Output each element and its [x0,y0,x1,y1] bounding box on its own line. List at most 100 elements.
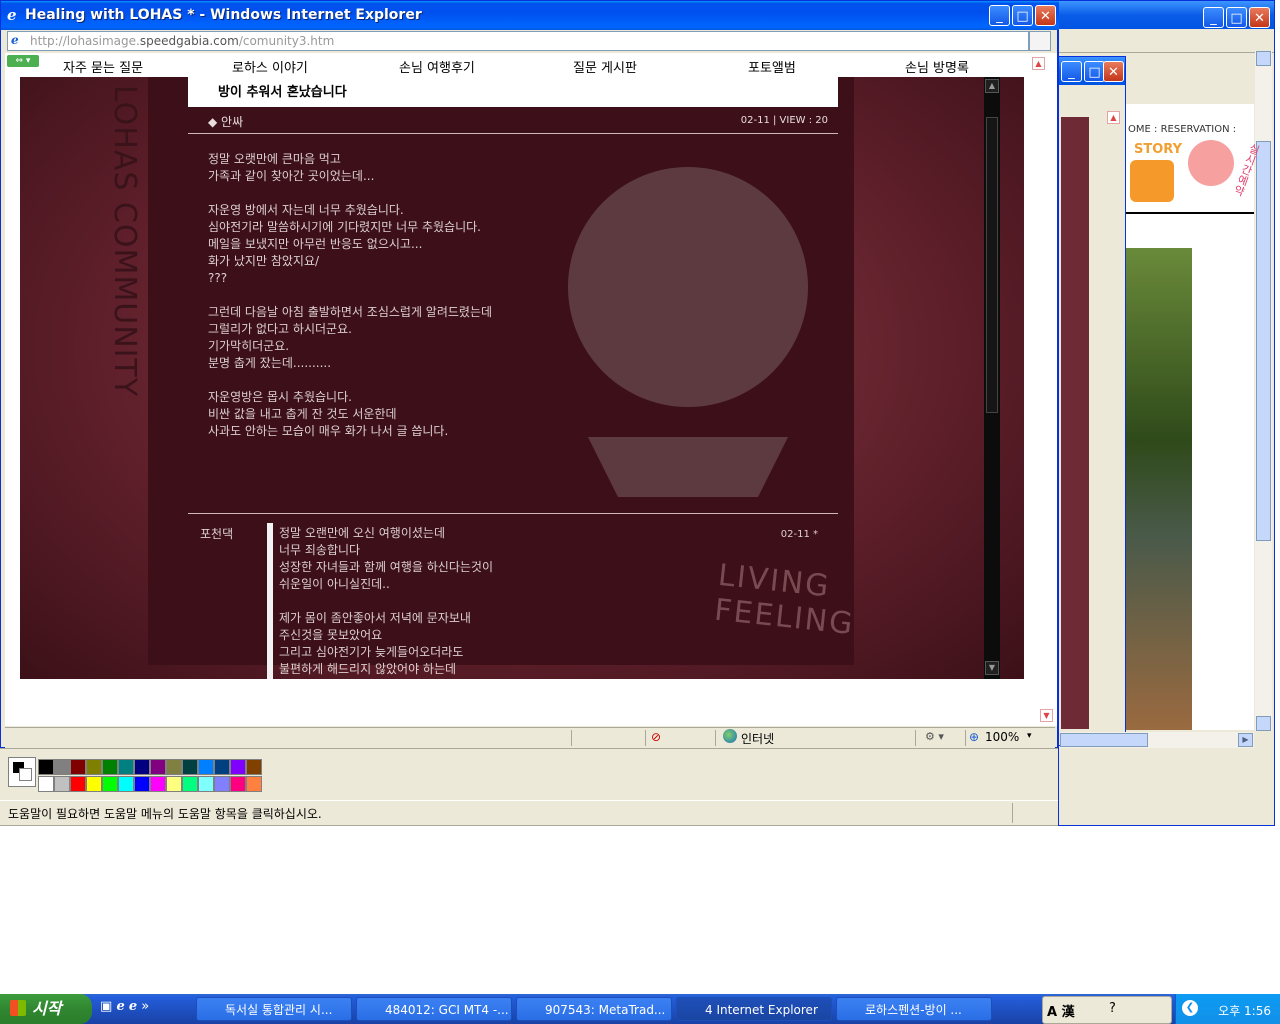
color-swatch[interactable] [54,776,70,792]
back-ie-page: OME : RESERVATION : STORY 실시간예약 [1126,104,1262,730]
protected-mode-icon[interactable]: ⚙ ▾ [925,730,944,743]
color-swatch[interactable] [86,776,102,792]
ime-mode[interactable]: A 漢 [1047,1001,1075,1020]
scroll-thumb[interactable] [986,117,998,413]
color-swatch[interactable] [150,759,166,775]
color-swatch[interactable] [182,759,198,775]
story-label[interactable]: STORY [1134,142,1182,157]
color-swatch[interactable] [214,776,230,792]
color-swatch[interactable] [102,776,118,792]
site-nav: ⇔ ▾ 자주 묻는 질문 로하스 이야기 손님 여행후기 질문 게시판 포토앨범… [5,53,1045,77]
comment-text: 정말 오랜만에 오신 여행이셨는데 너무 죄송합니다 성장한 자녀들과 함께 여… [279,526,493,676]
close-icon[interactable]: ✕ [1249,7,1270,28]
nav-reservation[interactable]: RESERVATION [1161,124,1230,135]
task-reading-room[interactable]: 독서실 통합관리 시... [196,997,352,1021]
close-icon[interactable]: ✕ [1035,5,1056,26]
nav-photo[interactable]: 포토앨범 [748,57,796,76]
post-title: 방이 추워서 혼났습니다 [218,85,347,100]
address-input[interactable]: e http://lohasimage.speedgabia.com/comun… [7,31,1029,51]
system-tray: ❮ 오후 1:56 [1175,994,1280,1024]
color-swatches[interactable] [38,759,262,793]
color-swatch[interactable] [166,776,182,792]
nav-toggle-icon[interactable]: ⇔ ▾ [7,55,39,67]
close-icon[interactable]: ✕ [1103,61,1124,82]
nav-reviews[interactable]: 손님 여행후기 [399,57,475,76]
color-swatch[interactable] [230,776,246,792]
page-content: ⇔ ▾ 자주 묻는 질문 로하스 이야기 손님 여행후기 질문 게시판 포토앨범… [5,53,1057,726]
page-scroll-down-icon[interactable]: ▼ [1040,709,1053,722]
ie-icon: e [7,6,17,24]
post-scrollbar[interactable]: ▲ ▼ [984,77,1000,679]
color-swatch[interactable] [246,776,262,792]
ie-quicklaunch-2-icon[interactable]: e [129,999,137,1014]
minimize-icon[interactable]: _ [1061,61,1082,82]
task-metatrader[interactable]: 907543: MetaTrad... [516,997,672,1021]
color-swatch[interactable] [134,759,150,775]
maximize-icon[interactable]: □ [1012,5,1033,26]
task-gci-mt4[interactable]: 484012: GCI MT4 -... [356,997,512,1021]
language-bar[interactable]: A 漢 ? [1042,996,1172,1024]
task-internet-explorer[interactable]: 4 Internet Explorer [676,997,832,1021]
nav-story[interactable]: 로하스 이야기 [232,57,308,76]
scroll-up-icon[interactable]: ▲ [985,79,999,93]
zoom-dropdown-icon[interactable]: ▾ [1027,731,1032,741]
color-swatch[interactable] [118,776,134,792]
back-ie-window-2[interactable]: _ □ ✕ ▲ [1058,56,1126,746]
ie-titlebar[interactable]: e Healing with LOHAS * - Windows Interne… [1,1,1059,30]
ie-quicklaunch-icon[interactable]: e [116,999,124,1014]
minimize-icon[interactable]: _ [1203,7,1224,28]
color-swatch[interactable] [198,776,214,792]
help-icon[interactable]: ? [1109,1001,1116,1016]
current-colors[interactable] [8,757,36,787]
more-icon[interactable]: » [141,999,149,1014]
back-ie-hscroll[interactable]: ▶ [1060,732,1254,748]
color-swatch[interactable] [86,759,102,775]
page-scroll-up-icon[interactable]: ▲ [1107,111,1120,124]
color-swatch[interactable] [198,759,214,775]
go-icon[interactable] [1029,31,1051,51]
ie-window[interactable]: e Healing with LOHAS * - Windows Interne… [0,0,1059,748]
minimize-icon[interactable]: _ [989,5,1010,26]
color-swatch[interactable] [118,759,134,775]
post-title-bar: 방이 추워서 혼났습니다 [188,77,838,107]
color-swatch[interactable] [166,759,182,775]
globe-icon [723,729,737,743]
nav-guestbook[interactable]: 손님 방명록 [905,57,969,76]
tray-arrow-icon[interactable]: ❮ [1182,1000,1198,1016]
color-swatch[interactable] [38,759,54,775]
window-title: Healing with LOHAS * - Windows Internet … [25,7,422,23]
privacy-icon[interactable]: ⊘ [651,730,661,744]
color-swatch[interactable] [246,759,262,775]
scroll-down-icon[interactable]: ▼ [985,661,999,675]
clock: 오후 1:56 [1218,1004,1271,1018]
show-desktop-icon[interactable]: ▣ [100,999,112,1014]
color-swatch[interactable] [230,759,246,775]
security-zone[interactable]: 인터넷 [741,730,774,747]
icecream-big-icon [1188,140,1234,186]
zoom-icon[interactable]: ⊕ [969,730,979,744]
quicklaunch: ▣ e e » [100,999,149,1014]
color-swatch[interactable] [102,759,118,775]
color-swatch[interactable] [70,759,86,775]
zoom-level[interactable]: 100% [985,730,1019,744]
maximize-icon[interactable]: □ [1084,61,1105,82]
color-swatch[interactable] [214,759,230,775]
nav-home[interactable]: OME [1128,124,1151,135]
comment-date: 02-11 * [780,529,818,540]
color-swatch[interactable] [182,776,198,792]
icecream-icon[interactable] [1130,160,1174,202]
nav-faq[interactable]: 자주 묻는 질문 [63,57,143,76]
comment-author: 포천댁 [200,527,234,541]
page-scroll-up-icon[interactable]: ▲ [1032,57,1045,70]
maximize-icon[interactable]: □ [1226,7,1247,28]
color-swatch[interactable] [70,776,86,792]
start-button[interactable]: 시작 [0,994,92,1024]
color-swatch[interactable] [54,759,70,775]
color-swatch[interactable] [134,776,150,792]
color-swatch[interactable] [38,776,54,792]
nav-qna[interactable]: 질문 게시판 [573,57,637,76]
post-author: ◆ 안싸 [208,115,244,129]
task-lohas-pension[interactable]: 로하스펜션-방이 ... [836,997,992,1021]
color-swatch[interactable] [150,776,166,792]
address-bar: e http://lohasimage.speedgabia.com/comun… [5,30,1055,52]
